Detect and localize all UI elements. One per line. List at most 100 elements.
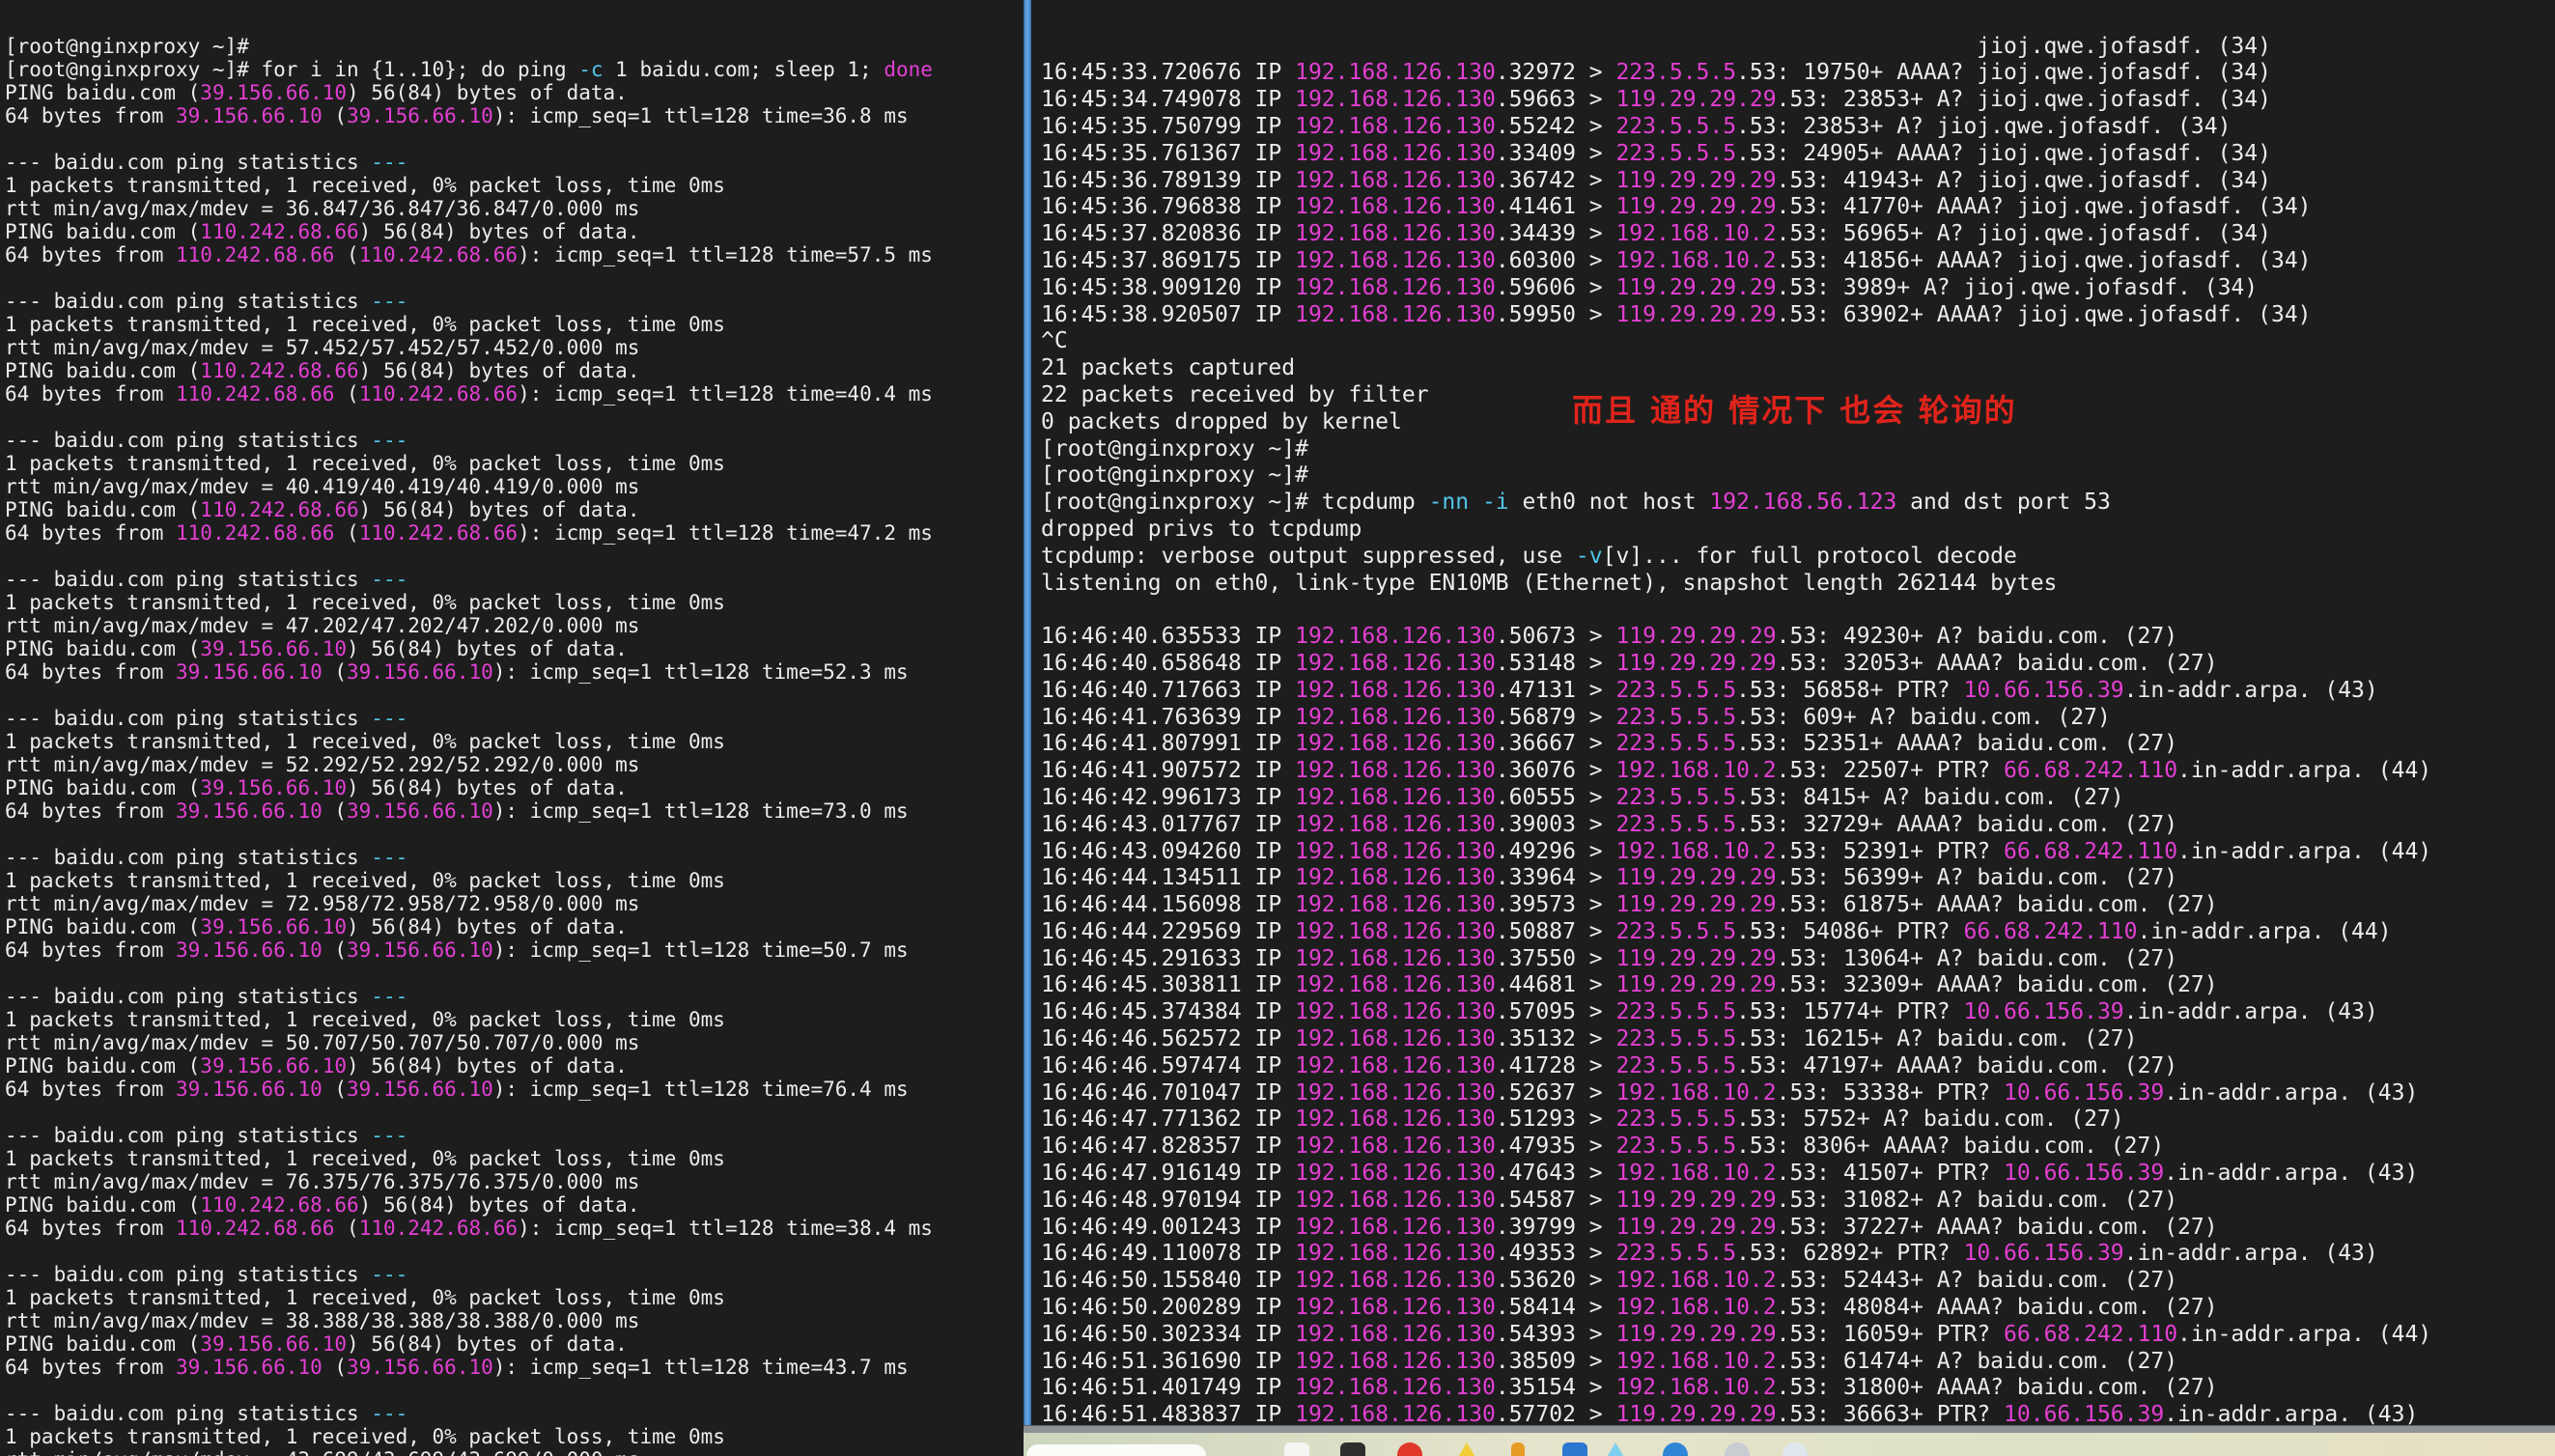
terminal-text: .36742 > <box>1496 168 1616 193</box>
terminal-line: 16:46:41.763639 IP 192.168.126.130.56879… <box>1041 705 2555 732</box>
terminal-line: 16:45:33.720676 IP 192.168.126.130.32972… <box>1041 60 2555 87</box>
terminal-text: 16:45:38.909120 IP <box>1041 275 1295 300</box>
left-terminal-window[interactable]: [root@nginxproxy ~]#[root@nginxproxy ~]#… <box>0 0 1028 1456</box>
terminal-line: [root@nginxproxy ~]# tcpdump -nn -i eth0… <box>1041 490 2555 517</box>
terminal-text: 16:46:44.134511 IP <box>1041 865 1295 890</box>
terminal-text: 110.242.68.66 <box>200 359 358 382</box>
terminal-line <box>5 266 1028 290</box>
terminal-line: 16:46:50.200289 IP 192.168.126.130.58414… <box>1041 1295 2555 1322</box>
terminal-text: 10.66.156.39 <box>2004 1080 2164 1106</box>
taskbar[interactable] <box>1024 1433 2555 1456</box>
taskbar-app-icon-1[interactable] <box>1284 1442 1309 1456</box>
terminal-text: 10.66.156.39 <box>1963 999 2123 1024</box>
terminal-text: 39.156.66.10 <box>347 660 493 684</box>
terminal-text: 16:46:50.155840 IP <box>1041 1268 1295 1293</box>
terminal-text: 0 packets dropped by kernel <box>1041 409 1402 434</box>
terminal-text: 119.29.29.29 <box>1615 892 1776 917</box>
taskbar-app-icon-10[interactable] <box>1783 1442 1808 1456</box>
terminal-text: 192.168.126.130 <box>1295 651 1496 676</box>
terminal-line: ^C <box>1041 328 2555 355</box>
terminal-text: 39.156.66.10 <box>176 104 323 127</box>
terminal-text: ) 56(84) bytes of data. <box>359 1193 640 1217</box>
terminal-text: 192.168.126.130 <box>1295 1349 1496 1374</box>
taskbar-app-icon-6[interactable] <box>1562 1442 1587 1456</box>
terminal-text: ): icmp_seq=1 ttl=128 time=52.3 ms <box>493 660 909 684</box>
terminal-text: 119.29.29.29 <box>1615 865 1776 890</box>
terminal-text: .37550 > <box>1496 946 1616 971</box>
terminal-line: 64 bytes from 39.156.66.10 (39.156.66.10… <box>5 799 1028 823</box>
taskbar-app-icon-9[interactable] <box>1725 1442 1750 1456</box>
terminal-line: 64 bytes from 39.156.66.10 (39.156.66.10… <box>5 1078 1028 1101</box>
terminal-line: 16:46:51.483837 IP 192.168.126.130.57702… <box>1041 1402 2555 1425</box>
terminal-text: 192.168.126.130 <box>1295 1295 1496 1320</box>
terminal-text: 1 packets transmitted, 1 received, 0% pa… <box>5 1008 725 1031</box>
window-divider <box>1024 0 1031 1425</box>
terminal-text: PING baidu.com ( <box>5 915 200 938</box>
terminal-text: 16:46:44.229569 IP <box>1041 919 1295 944</box>
terminal-line: --- baidu.com ping statistics --- <box>5 1402 1028 1425</box>
terminal-text: 16:46:48.970194 IP <box>1041 1188 1295 1213</box>
terminal-line: [root@nginxproxy ~]# <box>5 35 1028 58</box>
terminal-text: 39.156.66.10 <box>200 915 347 938</box>
terminal-text: .53: 56858+ PTR? <box>1736 678 1963 703</box>
terminal-text: ) 56(84) bytes of data. <box>347 1332 628 1356</box>
terminal-text: 10.66.156.39 <box>2004 1402 2164 1425</box>
taskbar-app-icon-2[interactable] <box>1340 1442 1365 1456</box>
terminal-text: 64 bytes from <box>5 1356 176 1379</box>
terminal-line: [root@nginxproxy ~]# <box>1041 462 2555 490</box>
terminal-text: 192.168.10.2 <box>1615 1268 1776 1293</box>
terminal-text: 10.66.156.39 <box>1963 678 2123 703</box>
terminal-text: 39.156.66.10 <box>176 799 323 823</box>
terminal-line: 1 packets transmitted, 1 received, 0% pa… <box>5 174 1028 197</box>
right-terminal-window[interactable]: jioj.qwe.jofasdf. (34)16:45:33.720676 IP… <box>1031 0 2555 1425</box>
terminal-line: 16:46:41.907572 IP 192.168.126.130.36076… <box>1041 758 2555 785</box>
taskbar-app-icon-7[interactable] <box>1603 1442 1628 1456</box>
terminal-text: 192.168.126.130 <box>1295 758 1496 783</box>
terminal-text: 10.66.156.39 <box>1963 1241 2123 1266</box>
terminal-text: 223.5.5.5 <box>1615 1026 1736 1051</box>
window-border <box>1024 1425 2555 1433</box>
terminal-text: [root@nginxproxy ~]# <box>1041 436 1322 462</box>
terminal-text: 192.168.126.130 <box>1295 785 1496 810</box>
taskbar-app-icon-4[interactable] <box>1454 1442 1479 1456</box>
terminal-line: 16:46:43.017767 IP 192.168.126.130.39003… <box>1041 812 2555 839</box>
terminal-text: ): icmp_seq=1 ttl=128 time=57.5 ms <box>518 243 933 266</box>
terminal-text: rtt min/avg/max/mdev = 57.452/57.452/57.… <box>5 336 639 359</box>
terminal-text: PING baidu.com ( <box>5 776 200 799</box>
terminal-text: 223.5.5.5 <box>1615 919 1736 944</box>
terminal-text: .53: 52443+ A? baidu.com. (27) <box>1777 1268 2177 1293</box>
terminal-text: 64 bytes from <box>5 382 176 406</box>
terminal-text: --- baidu.com ping statistics <box>5 429 371 452</box>
terminal-line: [root@nginxproxy ~]# for i in {1..10}; d… <box>5 58 1028 81</box>
terminal-text: 192.168.126.130 <box>1295 1106 1496 1132</box>
terminal-line: listening on eth0, link-type EN10MB (Eth… <box>1041 571 2555 598</box>
terminal-text: .53: 41507+ PTR? <box>1777 1161 2004 1186</box>
terminal-text: .53: 61875+ AAAA? baidu.com. (27) <box>1777 892 2218 917</box>
terminal-line <box>1041 597 2555 624</box>
terminal-line: 16:45:36.796838 IP 192.168.126.130.41461… <box>1041 194 2555 221</box>
terminal-text: ) 56(84) bytes of data. <box>347 637 628 660</box>
terminal-text: 192.168.126.130 <box>1295 1268 1496 1293</box>
terminal-text: PING baidu.com ( <box>5 359 200 382</box>
terminal-text: .38509 > <box>1496 1349 1616 1374</box>
terminal-text: .53: 22507+ PTR? <box>1777 758 2004 783</box>
terminal-text: 110.242.68.66 <box>176 382 334 406</box>
taskbar-widget-card[interactable] <box>1026 1444 1206 1456</box>
terminal-text: 192.168.126.130 <box>1295 731 1496 756</box>
terminal-text: .in-addr.arpa. (44) <box>2177 758 2431 783</box>
terminal-text: 192.168.126.130 <box>1295 1053 1496 1078</box>
terminal-line: 64 bytes from 39.156.66.10 (39.156.66.10… <box>5 938 1028 962</box>
terminal-line: --- baidu.com ping statistics --- <box>5 568 1028 591</box>
terminal-text: 223.5.5.5 <box>1615 812 1736 837</box>
terminal-text: ): icmp_seq=1 ttl=128 time=43.7 ms <box>493 1356 909 1379</box>
terminal-text: ( <box>334 243 358 266</box>
terminal-text: PING baidu.com ( <box>5 220 200 243</box>
terminal-line: 16:46:51.401749 IP 192.168.126.130.35154… <box>1041 1375 2555 1402</box>
taskbar-app-icon-8[interactable] <box>1663 1442 1688 1456</box>
taskbar-app-icon-3[interactable] <box>1397 1442 1422 1456</box>
terminal-text: 1 packets transmitted, 1 received, 0% pa… <box>5 869 725 892</box>
taskbar-app-icon-5[interactable] <box>1511 1442 1525 1456</box>
terminal-line: 16:46:51.361690 IP 192.168.126.130.38509… <box>1041 1349 2555 1376</box>
terminal-text: 64 bytes from <box>5 1078 176 1101</box>
terminal-text: ): icmp_seq=1 ttl=128 time=76.4 ms <box>493 1078 909 1101</box>
